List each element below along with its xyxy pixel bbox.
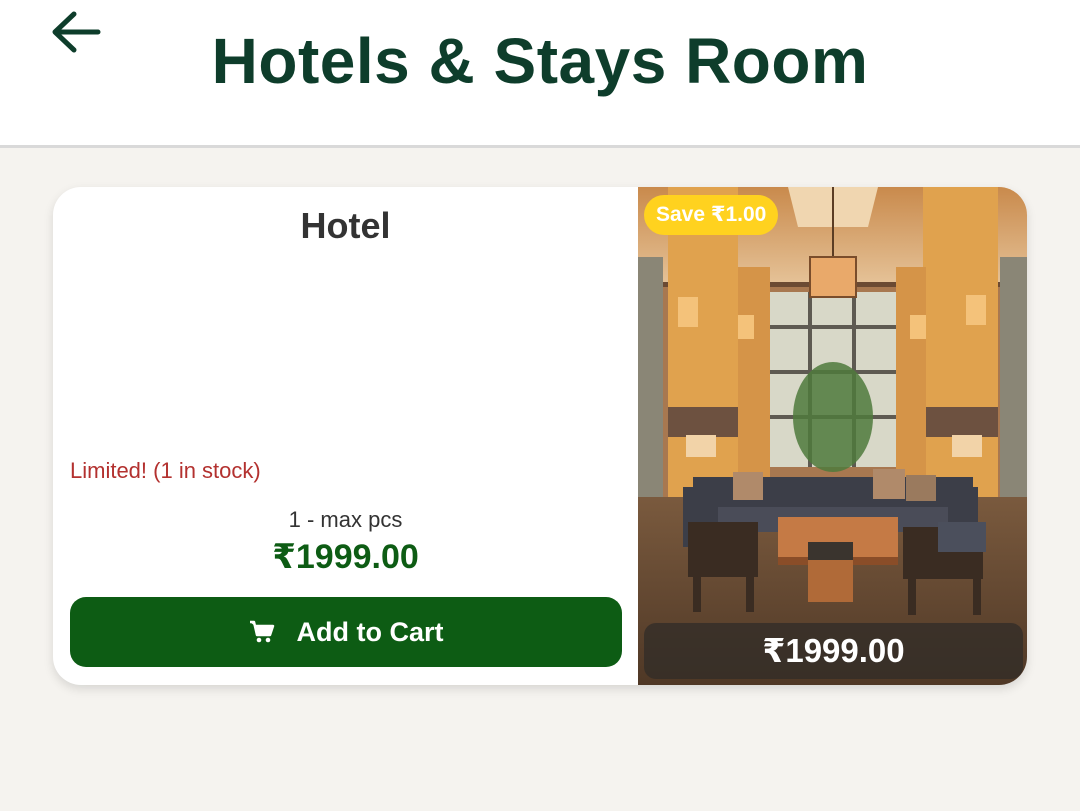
add-to-cart-button[interactable]: Add to Cart — [70, 597, 622, 667]
product-price: ₹1999.00 — [272, 538, 419, 576]
image-price-overlay: ₹1999.00 — [644, 623, 1023, 679]
add-to-cart-label: Add to Cart — [296, 616, 444, 647]
quantity-limit: 1 - max pcs — [288, 507, 403, 532]
product-name: Hotel — [300, 205, 391, 246]
stock-status: Limited! (1 in stock) — [70, 458, 261, 483]
product-image[interactable]: Save ₹1.00 ₹1999.00 — [638, 187, 1027, 685]
hotel-lobby-image — [638, 187, 1027, 685]
page-title: Hotels & Stays Room — [211, 25, 869, 97]
product-card: Hotel Limited! (1 in stock) 1 - max pcs … — [53, 187, 1027, 685]
app-header: Hotels & Stays Room — [0, 0, 1080, 148]
save-badge: Save ₹1.00 — [644, 195, 779, 235]
cart-icon — [249, 620, 274, 643]
product-info: Hotel Limited! (1 in stock) 1 - max pcs … — [53, 187, 638, 685]
